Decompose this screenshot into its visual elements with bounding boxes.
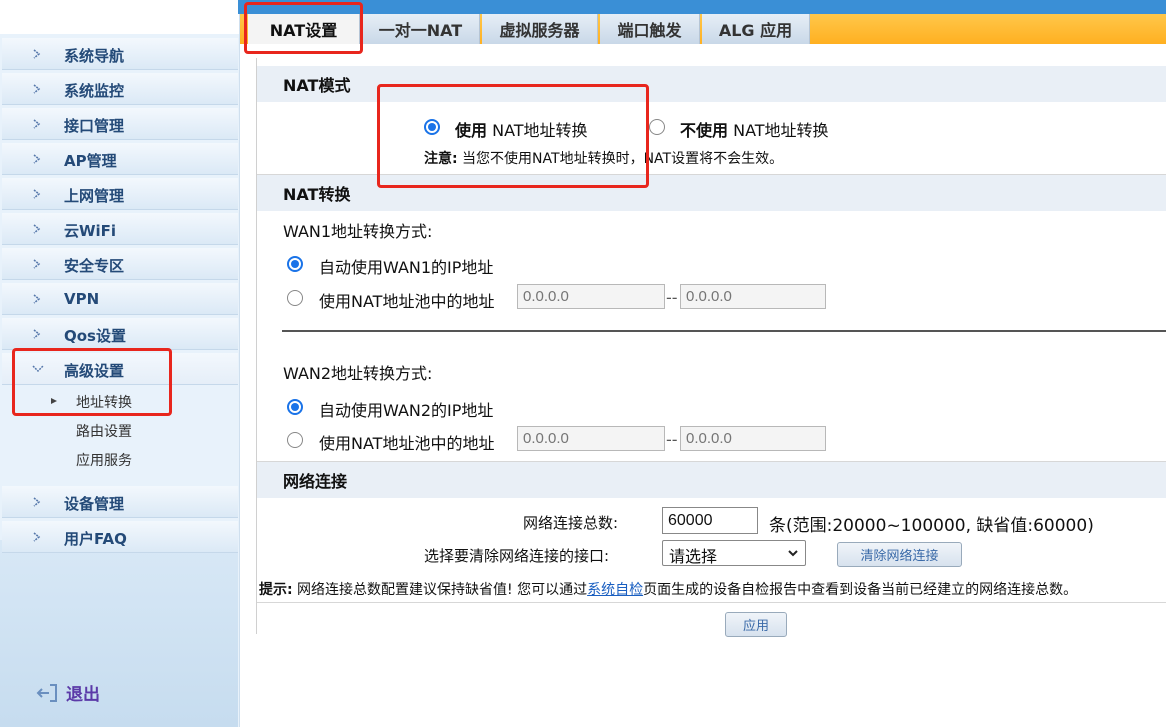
chevron-right-icon <box>33 329 41 339</box>
chevron-right-icon <box>33 154 41 164</box>
wan1-auto-radio[interactable] <box>287 256 303 272</box>
sidebar-item-label: 系统导航 <box>64 47 125 65</box>
note-label: 注意: <box>424 151 458 167</box>
wan1-pool-start-input[interactable] <box>517 284 665 309</box>
wan2-pool-radio[interactable] <box>287 432 303 448</box>
sidebar-item-label: 接口管理 <box>64 117 125 135</box>
conn-total-label: 网络连接总数: <box>523 514 619 532</box>
use-nat-bold: 使用 <box>455 121 488 140</box>
chevron-right-icon <box>33 259 41 269</box>
section-nat-convert-title: NAT转换 <box>257 175 1166 211</box>
clear-connections-button[interactable]: 清除网络连接 <box>837 542 962 567</box>
nat-note: 注意: 当您不使用NAT地址转换时，NAT设置将不会生效。 <box>424 148 783 168</box>
interface-select[interactable]: 请选择 <box>662 540 806 566</box>
sidebar-item-interface[interactable]: 接口管理 <box>2 108 238 140</box>
sidebar-item-internet[interactable]: 上网管理 <box>2 178 238 210</box>
sidebar-item-device[interactable]: 设备管理 <box>2 486 238 518</box>
tab-one-to-one-nat[interactable]: 一对一NAT <box>362 14 480 44</box>
tab-alg[interactable]: ALG 应用 <box>702 14 810 44</box>
logout-label: 退出 <box>66 685 100 705</box>
sidebar-item-cloud-wifi[interactable]: 云WiFi <box>2 213 238 245</box>
sidebar-item-label: 高级设置 <box>64 362 125 380</box>
no-nat-label: 不使用 NAT地址转换 <box>680 117 829 141</box>
sidebar-item-label: 安全专区 <box>64 257 125 275</box>
wan2-pool-start-input[interactable] <box>517 426 665 451</box>
no-nat-radio[interactable] <box>649 119 665 135</box>
sidebar-item-label: 设备管理 <box>64 495 125 513</box>
sidebar-item-label: 云WiFi <box>64 222 117 240</box>
wan2-pool-end-input[interactable] <box>680 426 826 451</box>
wan2-pool-label: 使用NAT地址池中的地址 <box>319 434 495 453</box>
chevron-right-icon <box>33 84 41 94</box>
sidebar-item-label: 上网管理 <box>64 187 125 205</box>
logout-icon <box>36 683 57 702</box>
self-check-link[interactable]: 系统自检 <box>587 582 643 598</box>
chevron-right-icon <box>33 497 41 507</box>
wan1-mode-label: WAN1地址转换方式: <box>283 222 433 241</box>
section-connection-title: 网络连接 <box>257 462 1166 498</box>
tab-nat-settings[interactable]: NAT设置 <box>248 14 360 44</box>
apply-button[interactable]: 应用 <box>725 612 787 637</box>
wan1-pool-radio[interactable] <box>287 290 303 306</box>
tab-virtual-server[interactable]: 虚拟服务器 <box>482 14 598 44</box>
chevron-right-icon <box>33 532 41 542</box>
sidebar-subitem-nat[interactable]: 地址转换 <box>76 392 132 412</box>
wan1-pool-label: 使用NAT地址池中的地址 <box>319 292 495 311</box>
sidebar-item-security[interactable]: 安全专区 <box>2 248 238 280</box>
top-bar-left <box>0 0 238 14</box>
wan1-auto-label: 自动使用WAN1的IP地址 <box>319 258 494 277</box>
no-nat-rest: NAT地址转换 <box>728 121 829 140</box>
chevron-right-icon <box>33 49 41 59</box>
conn-total-input[interactable] <box>662 507 758 534</box>
sidebar-item-label: VPN <box>64 290 100 308</box>
sidebar-item-ap[interactable]: AP管理 <box>2 143 238 175</box>
sidebar-subitem-routing[interactable]: 路由设置 <box>76 421 132 441</box>
conn-range-text: 条(范围:20000~100000, 缺省值:60000) <box>769 516 1094 536</box>
use-nat-rest: NAT地址转换 <box>487 121 588 140</box>
no-nat-bold: 不使用 <box>680 121 729 140</box>
tip-label: 提示: <box>259 582 293 598</box>
chevron-right-icon <box>33 189 41 199</box>
sidebar-item-label: AP管理 <box>64 152 117 170</box>
sidebar-item-nav[interactable]: 系统导航 <box>2 38 238 70</box>
sidebar-item-faq[interactable]: 用户FAQ <box>2 521 238 553</box>
tip-text-post: 页面生成的设备自检报告中查看到设备当前已经建立的网络连接总数。 <box>643 582 1078 598</box>
divider <box>257 602 1166 603</box>
sidebar-item-monitor[interactable]: 系统监控 <box>2 73 238 105</box>
sidebar-item-label: 用户FAQ <box>64 530 127 548</box>
conn-clear-label: 选择要清除网络连接的接口: <box>424 547 610 565</box>
tip-text-pre: 网络连接总数配置建议保持缺省值! 您可以通过 <box>292 582 588 598</box>
use-nat-radio[interactable] <box>424 119 440 135</box>
chevron-right-icon <box>33 119 41 129</box>
sidebar-item-label: 系统监控 <box>64 82 125 100</box>
note-text: 当您不使用NAT地址转换时，NAT设置将不会生效。 <box>457 151 784 167</box>
logout-button[interactable]: 退出 <box>36 680 100 705</box>
wan2-auto-label: 自动使用WAN2的IP地址 <box>319 401 494 420</box>
sidebar-item-qos[interactable]: Qos设置 <box>2 318 238 350</box>
chevron-right-icon <box>33 294 41 304</box>
wan2-auto-radio[interactable] <box>287 399 303 415</box>
wan-divider <box>282 330 1166 332</box>
chevron-right-icon <box>33 224 41 234</box>
bullet-arrow-icon <box>51 398 57 404</box>
sidebar-item-advanced[interactable]: 高级设置 <box>2 353 238 385</box>
section-nat-mode-title: NAT模式 <box>257 66 1166 102</box>
sidebar-subitem-app-service[interactable]: 应用服务 <box>76 450 132 470</box>
range-dash: -- <box>666 430 678 449</box>
sidebar-item-label: Qos设置 <box>64 327 126 345</box>
tab-port-trigger[interactable]: 端口触发 <box>600 14 700 44</box>
wan1-pool-end-input[interactable] <box>680 284 826 309</box>
chevron-down-icon <box>788 550 798 557</box>
conn-tip: 提示: 网络连接总数配置建议保持缺省值! 您可以通过系统自检页面生成的设备自检报… <box>259 579 1077 599</box>
interface-select-value: 请选择 <box>669 547 718 566</box>
chevron-down-icon <box>32 365 44 373</box>
range-dash: -- <box>666 288 678 307</box>
sidebar-item-vpn[interactable]: VPN <box>2 283 238 315</box>
wan2-mode-label: WAN2地址转换方式: <box>283 364 433 383</box>
use-nat-label: 使用 NAT地址转换 <box>455 117 588 141</box>
